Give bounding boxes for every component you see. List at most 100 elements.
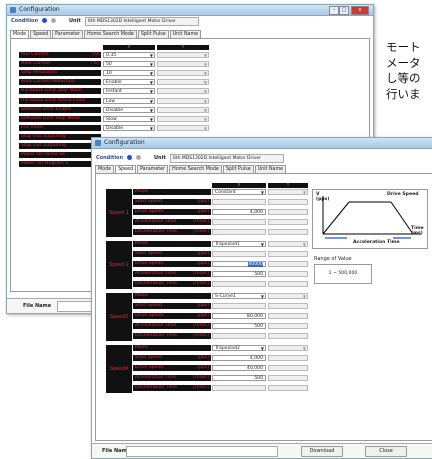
status-dot-blue-icon [126,155,132,160]
speed-value-input[interactable]: 80,000 [212,313,266,319]
tab-home-search-mode[interactable]: Home Search Mode [169,165,222,173]
tab-home-search-mode[interactable]: Home Search Mode [84,30,137,38]
close-button[interactable]: Close [365,446,407,457]
setting-x-select[interactable]: Low ▼ [103,97,155,104]
speed-mode-select[interactable]: S-Curve1 ▼ [212,293,266,299]
setting-y-select[interactable]: ▼ [157,97,209,104]
setting-y-select[interactable]: ▼ [157,115,209,122]
setting-x-select[interactable]: Instant ▼ [103,88,155,95]
setting-y-select[interactable]: ▼ [157,79,209,86]
speed-value-input[interactable]: 500 [212,271,266,277]
speed-value-disabled [212,385,266,391]
range-box: 1 ~ 500,000 [314,264,372,284]
tab-unit-name[interactable]: Unit Name [169,30,202,38]
diagram-y-label: V (pps) [316,192,330,202]
speed-mode-select[interactable]: Trapezoid1 ▼ [212,241,266,247]
setting-y-select[interactable]: ▼ [157,52,209,58]
speed-mode-select[interactable]: Constant ▼ [212,189,266,195]
speed-setting-label-text: Deceleration Time [135,385,178,390]
setting-label-text: Run Current [21,52,49,57]
speed-value-input[interactable]: 40000 [212,261,266,267]
speed-value-y-disabled [268,229,308,235]
file-name-field[interactable] [126,446,278,457]
front-status-bar: File Name Download Close [92,443,432,458]
setting-x-select[interactable]: Slow ▼ [103,115,155,122]
tab-split-pulse[interactable]: Split Pulse [137,30,169,38]
speed-setting-unit: [pps] [197,355,209,360]
range-label: Range of Value [314,256,352,262]
speed-mode-y-select[interactable]: ▼ [268,189,308,195]
speed-value-y-disabled [268,261,308,267]
tab-mode[interactable]: Mode [95,165,115,173]
setting-y-select[interactable]: ▼ [157,124,209,131]
minimize-button[interactable]: – [329,6,339,15]
speed-value-y-disabled [268,385,308,391]
front-window-title: Configuration [104,139,145,146]
speed-setting-label-text: Mode [135,293,148,298]
setting-x-select[interactable]: Disable ▼ [103,124,155,131]
setting-label-text: Hardware Limit Stop Mode [21,88,82,94]
speed-value-y-disabled [268,313,308,319]
setting-x-select[interactable]: 50 ▼ [103,61,155,68]
speed-setting-label: Deceleration Time [msec] [133,385,211,391]
speed-setting-label: Mode [133,189,211,195]
speed-value-disabled [212,281,266,287]
setting-x-select[interactable]: Disable ▼ [103,106,155,113]
speed-value-y-disabled [268,219,308,225]
speed-value-input[interactable]: 4,000 [212,355,266,361]
speed-value-y-disabled [268,323,308,329]
speed-value-text: 500 [254,376,263,381]
maximize-button[interactable]: □ [339,6,349,15]
tab-speed[interactable]: Speed [30,30,52,38]
speed-value-input[interactable]: 4,000 [212,209,266,215]
accel-slope [322,201,350,235]
setting-y-select[interactable]: ▼ [157,106,209,113]
setting-x-select[interactable]: 0.35 ▼ [103,52,155,58]
speed-setting-label-text: Start Speed [135,251,163,256]
setting-y-select[interactable]: ▼ [157,70,209,77]
chevron-down-icon: ▼ [260,294,264,299]
speed-value-disabled [212,303,266,309]
speed-mode-y-select[interactable]: ▼ [268,293,308,299]
download-button[interactable]: Download [301,446,343,457]
speed-setting-unit: [pps] [197,251,209,256]
speed-mode-y-select[interactable]: ▼ [268,241,308,247]
chevron-down-icon: ▼ [149,116,153,122]
setting-x-select[interactable]: 10 ▼ [103,70,155,77]
setting-y-select[interactable]: ▼ [157,88,209,95]
setting-label: Hardware Limit Stop Mode [19,88,101,95]
tab-parameter[interactable]: Parameter [137,165,169,173]
speed-setting-label-text: Mode [135,345,148,350]
tab-speed[interactable]: Speed [115,165,137,173]
setting-label-text: Auto Current Reduction [21,79,75,85]
speed-setting-label: Deceleration Time [msec] [133,333,211,339]
speed-mode-select[interactable]: Trapezoid2 ▼ [212,345,266,351]
speed-value-y-disabled [268,209,308,215]
chevron-down-icon: ▼ [203,53,207,58]
speed-setting-label-text: Drive Speed [135,313,164,318]
speed-setting-label-text: Drive Speed [135,261,164,266]
speed-value-input[interactable]: 500 [212,323,266,329]
close-window-button[interactable]: x [351,6,369,15]
speed-setting-label: Mode [133,293,211,299]
tab-split-pulse[interactable]: Split Pulse [222,165,254,173]
speed-setting-label-text: Mode [135,241,148,246]
condition-label: Condition [11,18,39,24]
setting-y-select[interactable]: ▼ [157,61,209,68]
unit-label: Unit [154,155,166,161]
tab-parameter[interactable]: Parameter [52,30,84,38]
speed-value-input[interactable]: 40,000 [212,365,266,371]
speed-value-input[interactable]: 500 [212,375,266,381]
setting-x-value: Enable [106,80,122,86]
tab-mode[interactable]: Mode [10,30,30,38]
speed-mode-y-select[interactable]: ▼ [268,345,308,351]
tab-unit-name[interactable]: Unit Name [254,165,287,173]
speed-setting-label: Start Speed [pps] [133,199,211,205]
speed-mode-value: Constant [215,190,236,195]
chevron-down-icon: ▼ [149,71,153,77]
setting-x-select[interactable]: Enable ▼ [103,79,155,86]
setting-label: Hold Current [%] [19,61,101,68]
speed-group-label: Speed 2 [106,241,132,289]
speed-setting-label-text: Drive Speed [135,365,164,370]
setting-label: Run Current [A] [19,52,101,58]
